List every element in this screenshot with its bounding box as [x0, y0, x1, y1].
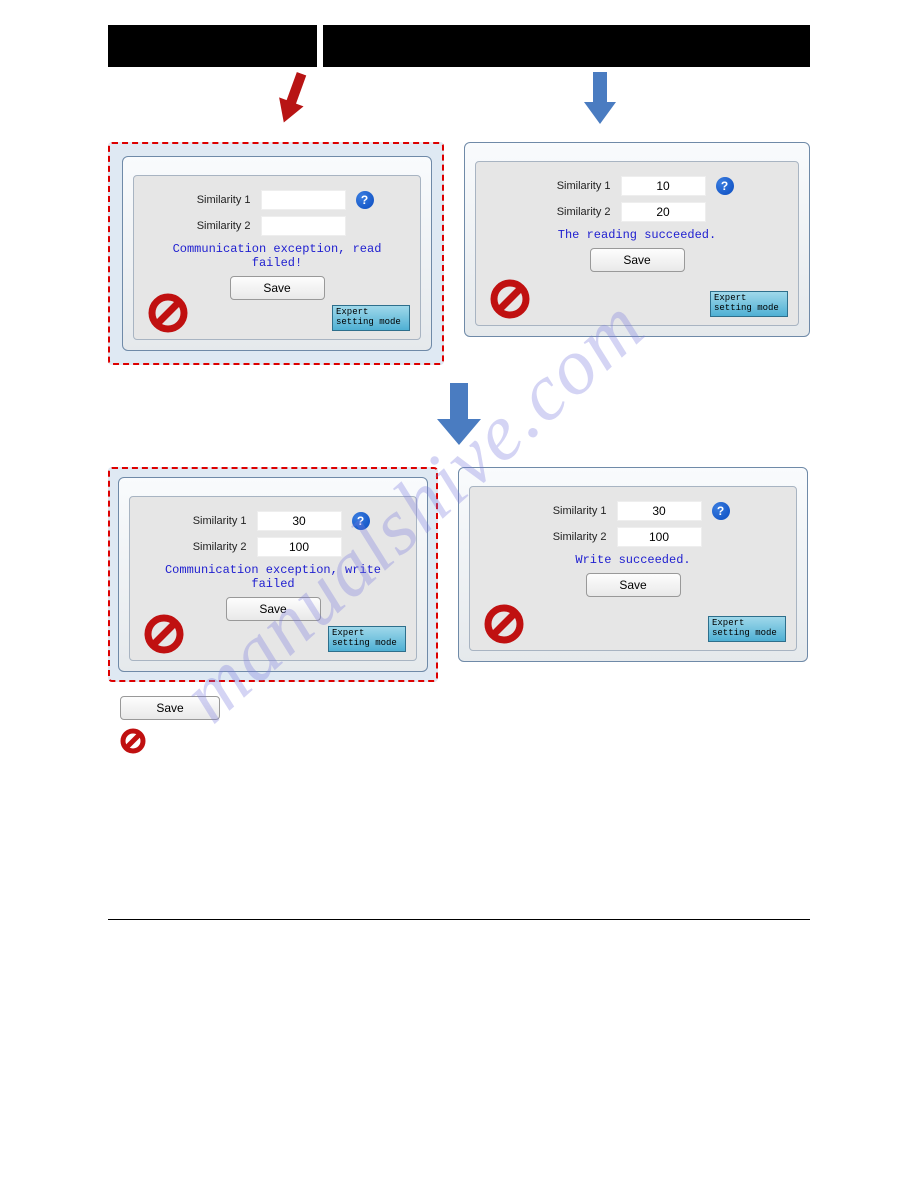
similarity2-label: Similarity 2	[177, 541, 247, 553]
help-icon[interactable]: ?	[712, 502, 730, 520]
header-black-right	[323, 25, 810, 67]
similarity2-label: Similarity 2	[537, 531, 607, 543]
similarity2-input[interactable]: 100	[617, 527, 702, 547]
expert-setting-button[interactable]: Expert setting mode	[710, 291, 788, 317]
similarity2-label: Similarity 2	[541, 206, 611, 218]
panel-a: Similarity 1 ? Similarity 2 Communicatio…	[122, 156, 432, 351]
arrow-blue-down-icon	[580, 72, 620, 128]
panel-a-container: Similarity 1 ? Similarity 2 Communicatio…	[108, 142, 444, 365]
similarity1-input[interactable]: 10	[621, 176, 706, 196]
legend-prohibit-icon	[120, 728, 798, 759]
save-button[interactable]: Save	[586, 573, 681, 597]
header-black-left	[108, 25, 317, 67]
prohibit-icon	[490, 279, 530, 319]
panel-c-container: Similarity 1 30 ? Similarity 2 100 Commu…	[108, 467, 438, 682]
save-button[interactable]: Save	[226, 597, 321, 621]
expert-setting-button[interactable]: Expert setting mode	[328, 626, 406, 652]
status-message: The reading succeeded.	[488, 228, 786, 242]
similarity1-input[interactable]: 30	[257, 511, 342, 531]
legend-save-button[interactable]: Save	[120, 696, 220, 720]
similarity1-input[interactable]	[261, 190, 346, 210]
status-message: Write succeeded.	[482, 553, 784, 567]
similarity1-label: Similarity 1	[537, 505, 607, 517]
similarity1-label: Similarity 1	[177, 515, 247, 527]
help-icon[interactable]: ?	[352, 512, 370, 530]
help-icon[interactable]: ?	[716, 177, 734, 195]
prohibit-icon	[148, 293, 188, 333]
similarity2-label: Similarity 2	[181, 220, 251, 232]
similarity2-input[interactable]: 20	[621, 202, 706, 222]
panel-d: Similarity 1 30 ? Similarity 2 100 Write…	[458, 467, 808, 662]
prohibit-icon	[144, 614, 184, 654]
panel-c: Similarity 1 30 ? Similarity 2 100 Commu…	[118, 477, 428, 672]
prohibit-icon	[484, 604, 524, 644]
save-button[interactable]: Save	[230, 276, 325, 300]
status-message: Communication exception, write failed	[142, 563, 404, 591]
similarity2-input[interactable]	[261, 216, 346, 236]
expert-setting-button[interactable]: Expert setting mode	[332, 305, 410, 331]
similarity2-input[interactable]: 100	[257, 537, 342, 557]
expert-setting-button[interactable]: Expert setting mode	[708, 616, 786, 642]
similarity1-label: Similarity 1	[541, 180, 611, 192]
header-black-bar	[108, 25, 810, 67]
similarity1-label: Similarity 1	[181, 194, 251, 206]
footer-divider	[108, 919, 810, 920]
save-button[interactable]: Save	[590, 248, 685, 272]
similarity1-input[interactable]: 30	[617, 501, 702, 521]
help-icon[interactable]: ?	[356, 191, 374, 209]
arrow-blue-center-icon	[433, 383, 485, 449]
status-message: Communication exception, read failed!	[146, 242, 408, 270]
arrow-red-down-icon	[266, 68, 317, 132]
panel-b: Similarity 1 10 ? Similarity 2 20 The re…	[464, 142, 810, 337]
